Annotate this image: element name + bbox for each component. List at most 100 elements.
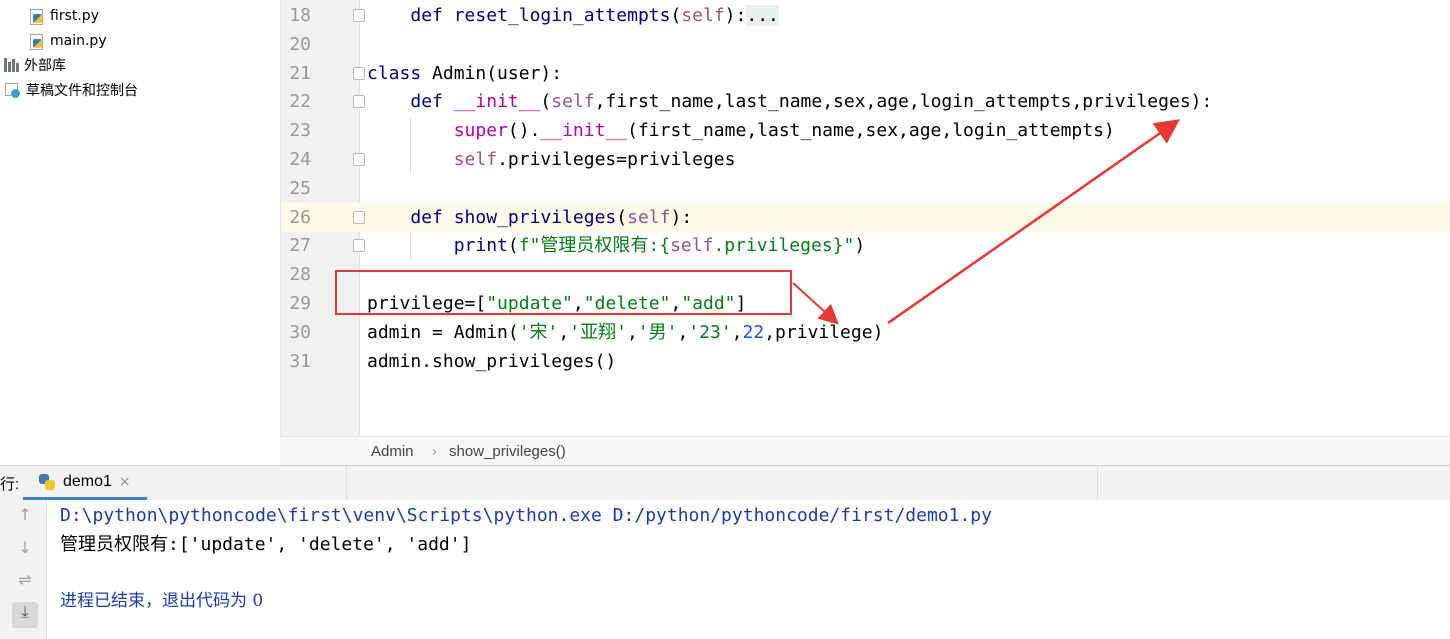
code-token: __init__ xyxy=(453,91,541,113)
code-token: '男' xyxy=(637,321,678,343)
line-number: 31 xyxy=(289,350,311,372)
code-token: 22 xyxy=(742,321,765,343)
code-token: .privileges=privileges xyxy=(497,149,736,170)
line-number: 26 xyxy=(289,206,311,228)
line-number: 23 xyxy=(289,120,311,142)
code-text: def __init__(self,first_name,last_name,s… xyxy=(367,87,1212,116)
breadcrumb-method[interactable]: show_privileges() xyxy=(449,437,566,466)
fold-marker-icon[interactable] xyxy=(353,210,365,224)
fold-marker-icon[interactable] xyxy=(353,66,365,80)
code-token: def xyxy=(410,206,454,228)
code-text: self.privileges=privileges xyxy=(367,145,736,174)
code-line[interactable]: 21 class Admin(user): xyxy=(281,59,1450,88)
code-token: (first_name,last_name,sex,age,login_atte… xyxy=(627,120,1115,142)
code-token: self xyxy=(453,149,498,170)
code-token: __init__ xyxy=(540,120,628,142)
tab-divider xyxy=(1097,466,1098,500)
tab-demo1[interactable]: demo1 × xyxy=(23,466,147,500)
code-token: def xyxy=(410,91,454,113)
code-line[interactable]: 22 def __init__(self,first_name,last_nam… xyxy=(281,87,1450,116)
code-token: , xyxy=(626,321,638,343)
tree-item-external-libraries[interactable]: 外部库 xyxy=(4,52,66,77)
library-icon xyxy=(4,57,20,72)
tab-divider xyxy=(346,466,347,500)
code-token: class xyxy=(367,62,433,84)
code-line[interactable]: 27 print(f"管理员权限有:{self.privileges}") xyxy=(281,231,1450,260)
code-text: admin = Admin('宋','亚翔','男','23',22,privi… xyxy=(367,318,883,347)
tree-item-first-py[interactable]: first.py xyxy=(28,3,99,28)
down-arrow-icon[interactable]: ↓ xyxy=(12,538,38,564)
code-token: ): xyxy=(670,206,693,228)
line-number: 24 xyxy=(289,149,311,170)
close-icon[interactable]: × xyxy=(119,474,131,490)
tree-item-scratches[interactable]: 草稿文件和控制台 xyxy=(4,77,138,102)
code-line[interactable]: 26 def show_privileges(self): xyxy=(281,202,1450,232)
code-text: def show_privileges(self): xyxy=(367,203,692,232)
code-line[interactable]: 30 admin = Admin('宋','亚翔','男','23',22,pri… xyxy=(281,318,1450,347)
line-number: 30 xyxy=(289,321,311,343)
line-number: 18 xyxy=(289,5,311,26)
code-token: self xyxy=(681,5,725,26)
line-number: 20 xyxy=(289,33,311,55)
python-icon xyxy=(39,473,55,490)
run-panel-label: 行: xyxy=(0,476,20,493)
code-token: ): xyxy=(724,5,747,26)
console-exit-message: 进程已结束，退出代码为 0 xyxy=(60,591,264,611)
fold-marker-icon[interactable] xyxy=(353,239,365,253)
fold-marker-icon[interactable] xyxy=(353,153,365,166)
code-token: self xyxy=(551,91,595,113)
line-number: 22 xyxy=(289,91,311,113)
code-token: ( xyxy=(616,206,628,228)
code-token: ( xyxy=(540,91,552,113)
tree-item-label: main.py xyxy=(50,32,107,49)
code-token: f"管理员权限有:{ xyxy=(518,235,671,257)
line-number: 21 xyxy=(289,62,311,84)
scroll-to-end-icon[interactable]: ⤓ xyxy=(12,602,38,628)
breadcrumb-class[interactable]: Admin xyxy=(371,437,414,466)
code-text: print(f"管理员权限有:{self.privileges}") xyxy=(367,231,865,260)
code-text: super().__init__(first_name,last_name,se… xyxy=(367,116,1115,145)
code-text: def reset_login_attempts(self):... xyxy=(367,1,779,30)
console-output[interactable]: D:\python\pythoncode\first\venv\Scripts\… xyxy=(47,500,1450,639)
python-file-icon xyxy=(28,33,44,50)
code-line[interactable]: 25 xyxy=(281,174,1450,203)
code-text: admin.show_privileges() xyxy=(367,347,616,376)
tree-item-main-py[interactable]: main.py xyxy=(28,28,107,53)
tree-item-label: first.py xyxy=(50,7,99,24)
code-token: ... xyxy=(746,5,779,26)
breadcrumb-separator: › xyxy=(432,443,437,460)
code-token: Admin(user): xyxy=(432,62,563,84)
code-text: class Admin(user): xyxy=(367,59,562,88)
code-line[interactable]: 23 super().__init__(first_name,last_name… xyxy=(281,116,1450,145)
code-token: ,privilege) xyxy=(764,321,884,343)
code-token: '23' xyxy=(688,321,732,343)
code-token: , xyxy=(731,321,743,343)
code-token: ( xyxy=(670,5,682,26)
code-token: self xyxy=(627,206,671,228)
code-line[interactable]: 18 def reset_login_attempts(self):... xyxy=(281,1,1450,30)
code-editor[interactable]: 18 def reset_login_attempts(self):... 20 2… xyxy=(280,0,1450,436)
code-line[interactable]: 20 xyxy=(281,30,1450,59)
tree-item-label: 草稿文件和控制台 xyxy=(26,82,138,99)
code-line[interactable]: 24 self.privileges=privileges xyxy=(281,145,1450,174)
code-token: print xyxy=(453,235,508,257)
fold-marker-icon[interactable] xyxy=(353,9,365,22)
scratches-icon xyxy=(4,82,20,98)
line-number: 28 xyxy=(289,264,311,286)
console-output-line: 管理员权限有:['update', 'delete', 'add'] xyxy=(60,534,472,555)
up-arrow-icon[interactable]: ↑ xyxy=(12,505,38,531)
soft-wrap-icon[interactable]: ⇌ xyxy=(12,570,38,596)
code-token: reset_login_attempts xyxy=(453,5,671,26)
code-token: (). xyxy=(507,120,541,142)
tree-item-label: 外部库 xyxy=(24,57,66,74)
fold-marker-icon[interactable] xyxy=(353,95,365,109)
code-line[interactable]: 31 admin.show_privileges() xyxy=(281,347,1450,376)
code-token: ,first_name,last_name,sex,age,login_atte… xyxy=(594,91,1213,113)
annotation-highlight-box xyxy=(335,270,792,315)
breadcrumb: Admin › show_privileges() xyxy=(280,436,1450,466)
console-command: D:\python\pythoncode\first\venv\Scripts\… xyxy=(60,505,992,526)
line-number: 25 xyxy=(289,177,311,199)
